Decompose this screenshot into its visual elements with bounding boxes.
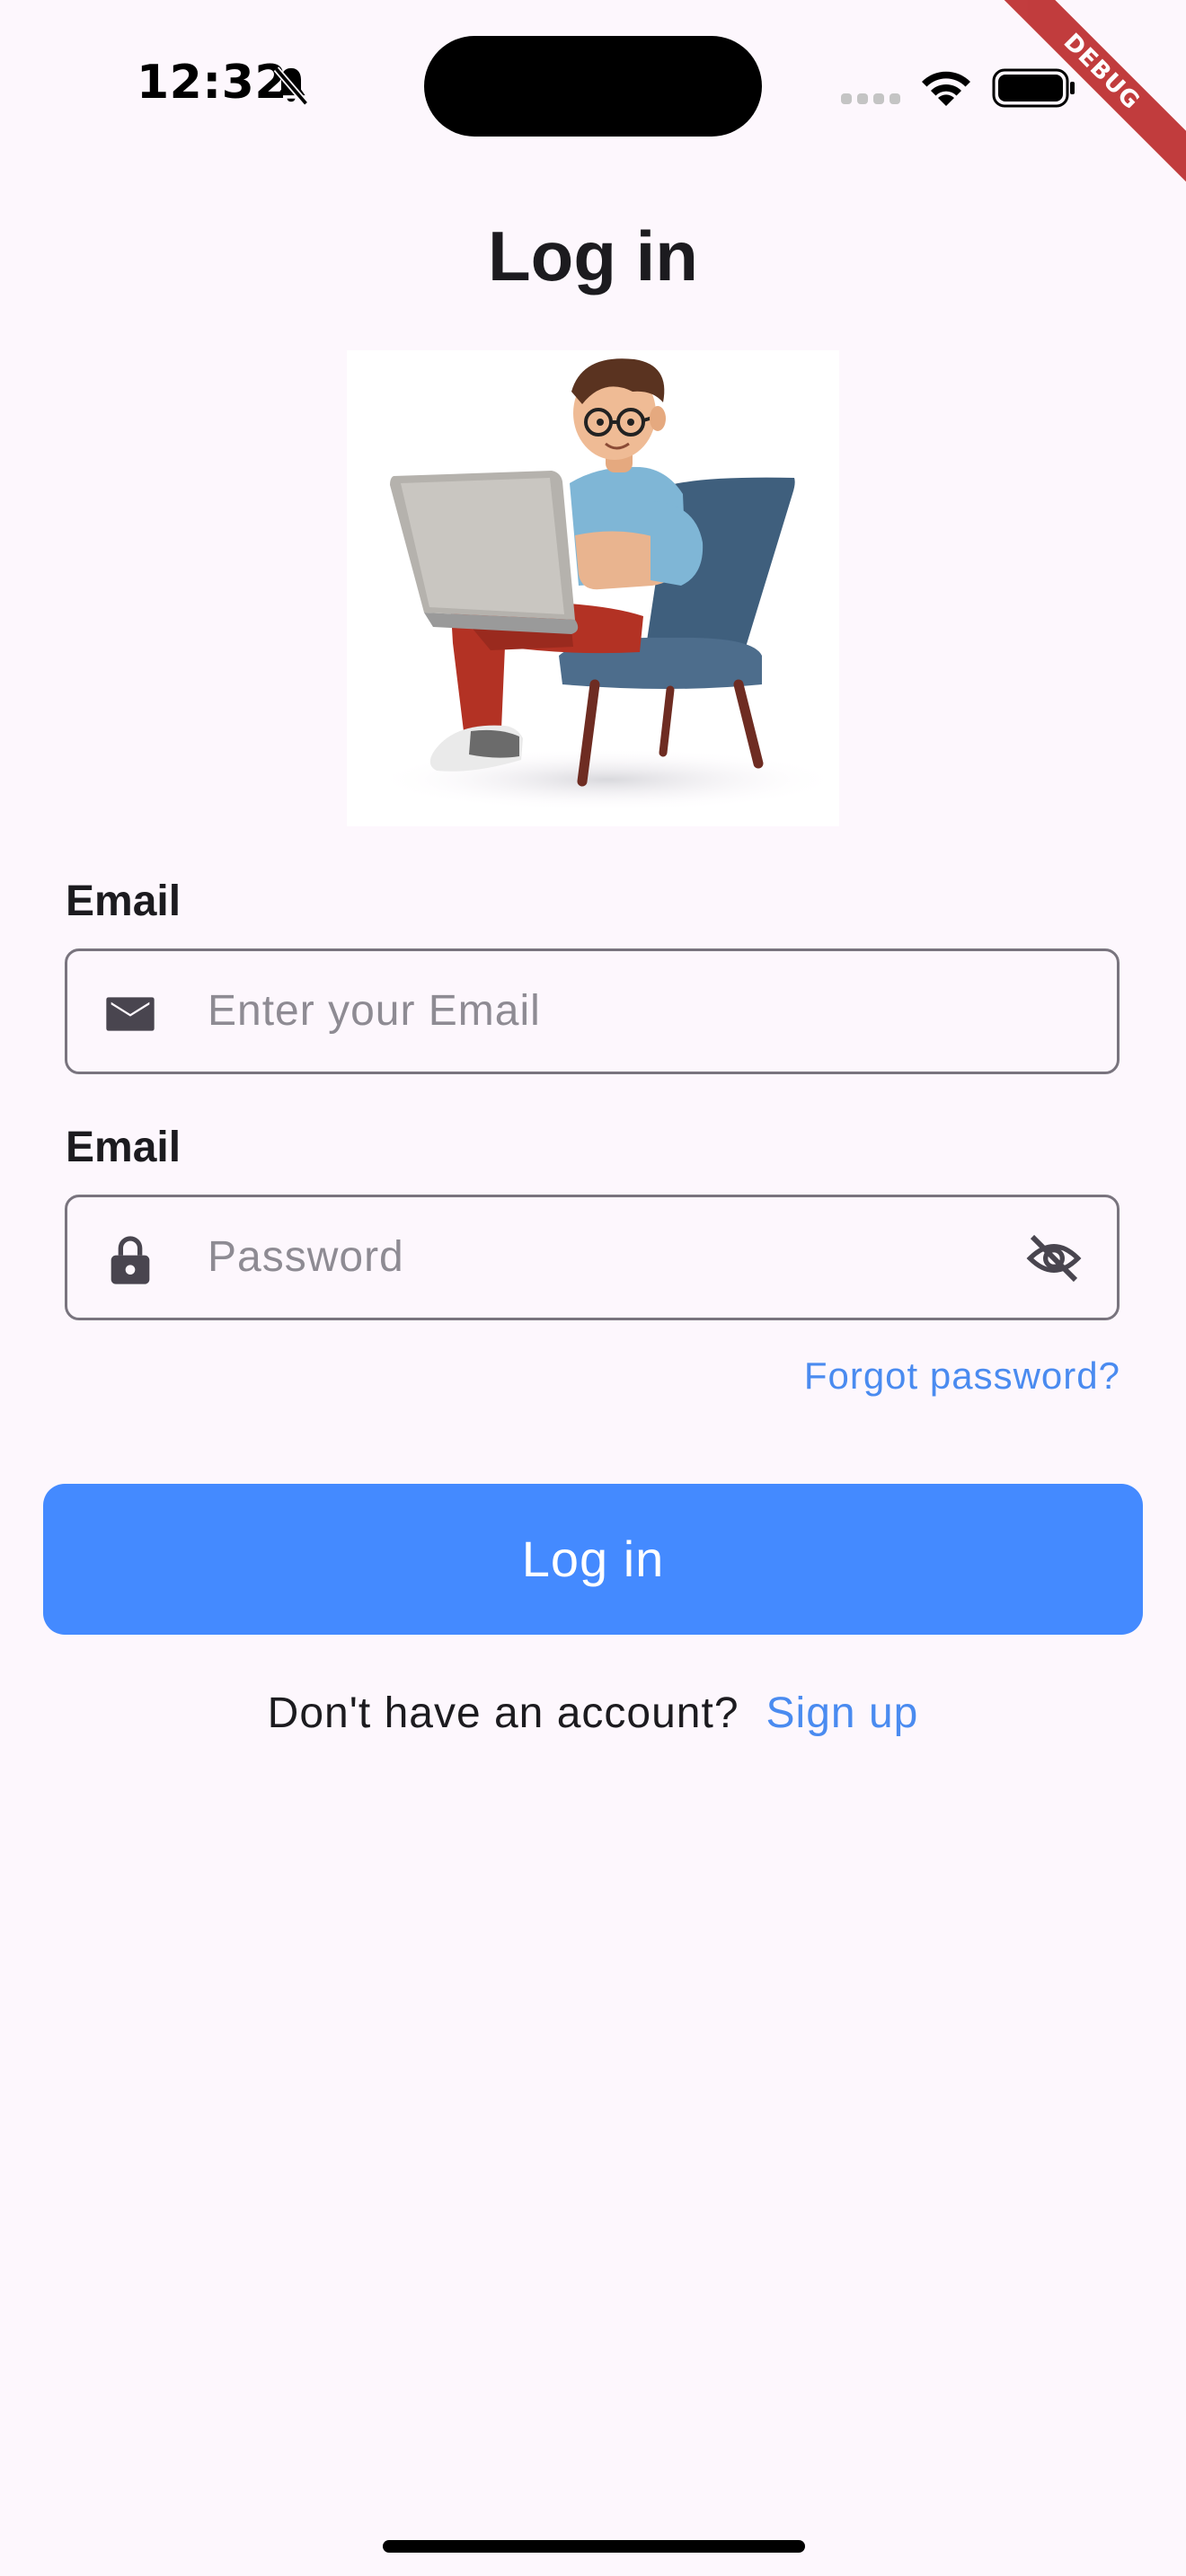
signup-link[interactable]: Sign up: [766, 1689, 919, 1737]
login-button[interactable]: Log in: [43, 1484, 1143, 1635]
dynamic-island: [424, 36, 762, 137]
lock-icon: [111, 1236, 150, 1284]
eye-off-icon[interactable]: [1023, 1230, 1084, 1287]
password-label: Email: [66, 1124, 181, 1171]
bell-off-icon: [273, 66, 309, 106]
page-title: Log in: [488, 216, 698, 296]
status-time: 12:32: [137, 56, 288, 110]
email-field[interactable]: Enter your Email: [65, 948, 1120, 1074]
email-label: Email: [66, 878, 181, 925]
person-with-laptop-illustration: [347, 350, 839, 826]
email-placeholder: Enter your Email: [208, 987, 541, 1035]
forgot-password-link[interactable]: Forgot password?: [804, 1354, 1120, 1398]
home-indicator[interactable]: [383, 2540, 805, 2553]
wifi-icon: [922, 71, 970, 106]
signup-prompt: Don't have an account?: [267, 1689, 739, 1737]
signup-row: Don't have an account? Sign up: [0, 1689, 1186, 1738]
signal-icon: [841, 93, 900, 104]
password-placeholder: Password: [208, 1233, 404, 1281]
battery-icon: [992, 68, 1075, 108]
mail-icon: [106, 997, 155, 1031]
password-field[interactable]: Password: [65, 1195, 1120, 1320]
